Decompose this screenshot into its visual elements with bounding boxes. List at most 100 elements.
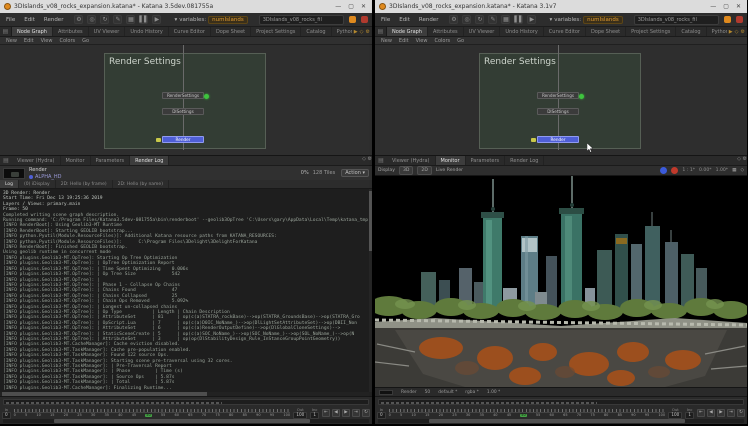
- timeline-scrollbar[interactable]: [378, 419, 744, 423]
- step-back-button[interactable]: ◀: [707, 409, 715, 417]
- tab[interactable]: Node Graph: [12, 27, 53, 36]
- variables-value[interactable]: numIslands: [583, 16, 623, 24]
- nodegraph-menu-item[interactable]: Edit: [24, 38, 34, 44]
- pane-tab[interactable]: Parameters: [91, 156, 131, 165]
- zoom-readout[interactable]: 1 : 1*: [682, 168, 695, 173]
- gear-icon[interactable]: ⚙: [368, 156, 372, 162]
- render-viewport[interactable]: [375, 176, 747, 387]
- step-back-button[interactable]: ◀: [332, 409, 340, 417]
- out-value[interactable]: 100: [293, 412, 307, 418]
- maximize-button[interactable]: ▢: [723, 0, 729, 13]
- node-render[interactable]: Render: [162, 136, 204, 143]
- refresh-icon[interactable]: ↻: [475, 15, 484, 24]
- tab[interactable]: Attributes: [428, 27, 464, 36]
- pin-icon[interactable]: ◇: [737, 156, 741, 162]
- tab[interactable]: Catalog: [676, 27, 706, 36]
- pane-tab[interactable]: Render Log: [130, 156, 169, 165]
- gear-icon[interactable]: ⚙: [449, 15, 458, 24]
- tab[interactable]: Python: [332, 27, 352, 36]
- variables-dropdown[interactable]: ▾ variables: numIslands: [549, 16, 622, 24]
- inc-value[interactable]: 1: [685, 412, 694, 418]
- log-tab[interactable]: Log: [0, 180, 19, 188]
- menu-file[interactable]: File: [4, 17, 17, 23]
- loop-button[interactable]: ↻: [737, 409, 745, 417]
- gamma-readout[interactable]: 1.00*: [716, 168, 729, 173]
- render-indicator-red[interactable]: [361, 16, 368, 23]
- pause-icon[interactable]: ▌▌: [139, 15, 148, 24]
- timeline-ruler[interactable]: 0510152025303540455055606570758085909510…: [14, 409, 291, 418]
- render-indicator-orange[interactable]: [724, 16, 731, 23]
- timeline-inc[interactable]: Inc 1: [310, 408, 319, 419]
- tab[interactable]: Project Settings: [251, 27, 301, 36]
- pane-tab[interactable]: Parameters: [466, 156, 506, 165]
- go-first-button[interactable]: ⇤: [697, 409, 705, 417]
- timeline-out[interactable]: Out 100: [668, 408, 682, 419]
- play-button[interactable]: ▶: [342, 409, 350, 417]
- chevron-right-icon[interactable]: ▶: [354, 29, 358, 35]
- timeline-out[interactable]: Out 100: [293, 408, 307, 419]
- nodegraph-canvas[interactable]: Render Settings RenderSettings DlSetting…: [0, 45, 372, 155]
- tab[interactable]: Node Graph: [387, 27, 428, 36]
- node-rendersettings[interactable]: RenderSettings: [537, 92, 579, 99]
- stop-render-button[interactable]: [671, 167, 678, 174]
- status-field[interactable]: [378, 399, 744, 405]
- menu-edit[interactable]: Edit: [22, 17, 37, 23]
- tab[interactable]: Python: [707, 27, 727, 36]
- display-menu[interactable]: Display: [378, 168, 395, 173]
- loop-button[interactable]: ↻: [362, 409, 370, 417]
- title-bar[interactable]: 3DIslands_v08_rocks_expansion.katana* - …: [375, 0, 747, 13]
- status-gain[interactable]: 1.00 *: [487, 390, 500, 395]
- maximize-button[interactable]: ▢: [348, 0, 354, 13]
- status-channel[interactable]: default *: [438, 390, 457, 395]
- timeline-ruler[interactable]: 0510152025303540455055606570758085909510…: [389, 409, 666, 418]
- refresh-icon[interactable]: ↻: [100, 15, 109, 24]
- close-button[interactable]: ✕: [361, 0, 366, 13]
- pane-tab[interactable]: Viewer (Hydra): [12, 156, 61, 165]
- node-rendersettings[interactable]: RenderSettings: [162, 92, 204, 99]
- render-indicator-orange[interactable]: [349, 16, 356, 23]
- snapshot-icon[interactable]: ◇: [740, 168, 744, 173]
- log-tab[interactable]: 2D: Hello (by name): [113, 180, 169, 188]
- out-value[interactable]: 100: [668, 412, 682, 418]
- close-button[interactable]: ✕: [736, 0, 741, 13]
- log-tab[interactable]: (0) iDisplay: [19, 180, 56, 188]
- pane-tab[interactable]: Render Log: [505, 156, 544, 165]
- timeline-in[interactable]: In 0: [377, 408, 386, 419]
- node-dlsettings[interactable]: DlSettings: [162, 108, 204, 115]
- grid-icon[interactable]: ▦: [126, 15, 135, 24]
- tab[interactable]: Dope Sheet: [211, 27, 251, 36]
- gear-icon[interactable]: ⚙: [741, 29, 745, 35]
- tab[interactable]: Attributes: [53, 27, 89, 36]
- pin-icon[interactable]: ◇: [360, 29, 364, 35]
- compare-icon[interactable]: ▦: [732, 168, 736, 173]
- view-2d-button[interactable]: 2D: [417, 166, 431, 175]
- pause-render-button[interactable]: [660, 167, 667, 174]
- view-3d-button[interactable]: 3D: [399, 166, 413, 175]
- menu-file[interactable]: File: [379, 17, 392, 23]
- nodegraph-menu-item[interactable]: Colors: [59, 38, 75, 44]
- pane-tab[interactable]: Monitor: [61, 156, 91, 165]
- nodegraph-menu-item[interactable]: Go: [82, 38, 89, 44]
- timeline-inc[interactable]: Inc 1: [685, 408, 694, 419]
- minimize-button[interactable]: —: [710, 0, 716, 13]
- keyboard-icon[interactable]: ▤: [375, 27, 387, 36]
- vertical-scrollbar[interactable]: [369, 189, 372, 392]
- action-button[interactable]: Action ▾: [341, 169, 369, 177]
- keyboard-icon[interactable]: ▤: [375, 156, 387, 165]
- edit-icon[interactable]: ✎: [113, 15, 122, 24]
- tab[interactable]: Curve Editor: [169, 27, 211, 36]
- pin-icon[interactable]: ◇: [735, 29, 739, 35]
- node-render[interactable]: Render: [537, 136, 579, 143]
- tab[interactable]: Undo History: [500, 27, 543, 36]
- variables-dropdown[interactable]: ▾ variables: numIslands: [174, 16, 247, 24]
- exposure-readout[interactable]: 0.00*: [699, 168, 712, 173]
- play-icon[interactable]: ▶: [527, 15, 536, 24]
- menu-edit[interactable]: Edit: [397, 17, 412, 23]
- play-icon[interactable]: ▶: [152, 15, 161, 24]
- nodegraph-menu-item[interactable]: Edit: [399, 38, 409, 44]
- in-value[interactable]: 0: [377, 412, 386, 418]
- log-tab[interactable]: 2D: Hello (by frame): [56, 180, 113, 188]
- render-log-console[interactable]: 3D Render: RenderStart Time: Fri Dec 13 …: [0, 189, 369, 392]
- gear-icon[interactable]: ⚙: [366, 29, 370, 35]
- status-rgba[interactable]: rgba *: [465, 390, 479, 395]
